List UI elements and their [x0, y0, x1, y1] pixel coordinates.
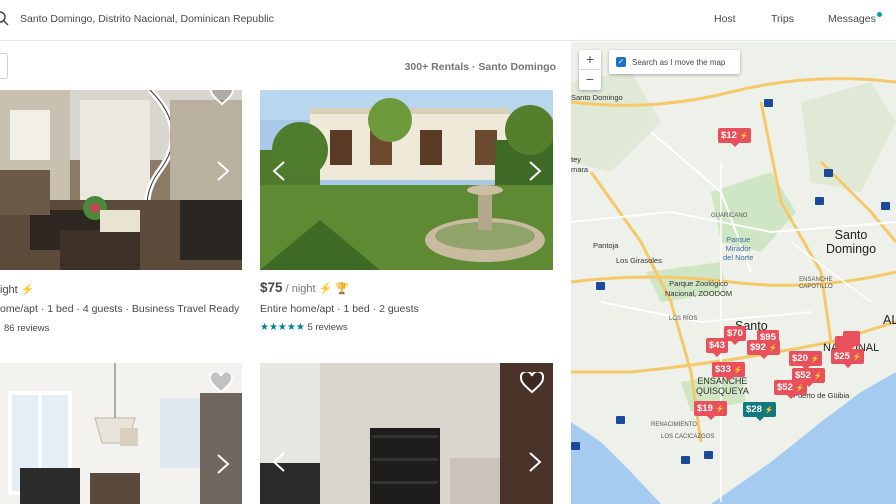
map-price-pin[interactable]: $19 ⚡: [694, 401, 728, 420]
prev-photo-icon[interactable]: [272, 160, 286, 182]
map-label: Pantoja: [593, 241, 619, 250]
star-rating-icon: ★★★★★: [260, 322, 305, 333]
map-price-pin[interactable]: $12 ⚡: [718, 128, 752, 147]
map-label: mara: [571, 165, 589, 174]
map[interactable]: + − ✓ Search as I move the map Santo Dom…: [571, 42, 896, 504]
listing-description[interactable]: ome/apt · 1 bed · 4 guests · Business Tr…: [0, 303, 239, 315]
instant-book-icon: ⚡: [20, 284, 35, 296]
price-suffix: / night: [282, 283, 316, 295]
next-photo-icon[interactable]: [216, 160, 230, 182]
map-label: Santo Domingo: [571, 93, 623, 102]
listing-price: $75 / night ⚡ 🏆: [260, 280, 349, 295]
listing-reviews: 5 reviews: [307, 322, 348, 333]
map-price-pin[interactable]: [843, 331, 860, 350]
listing-photo[interactable]: [260, 363, 553, 504]
map-price-pin[interactable]: $33 ⚡: [712, 362, 746, 381]
heart-icon[interactable]: [210, 90, 234, 106]
map-label: LOS RÍOS: [669, 316, 698, 322]
price-value: $75: [260, 280, 283, 295]
map-price-pin[interactable]: $20 ⚡: [789, 351, 823, 370]
map-canvas: [571, 72, 896, 504]
nav-host[interactable]: Host: [714, 13, 736, 25]
prev-photo-icon[interactable]: [272, 451, 286, 473]
search-as-move-label: Search as I move the map: [632, 58, 726, 67]
heart-icon[interactable]: [520, 372, 544, 394]
zoom-out-button[interactable]: −: [579, 70, 601, 90]
next-photo-icon[interactable]: [528, 160, 542, 182]
next-photo-icon[interactable]: [528, 451, 542, 473]
map-park-label: Parque Mirador del Norte: [723, 235, 754, 262]
next-photo-icon[interactable]: [216, 453, 230, 475]
map-label: Parque Zoológico Nacional, ZOODOM: [665, 279, 733, 298]
map-price-pin[interactable]: $43: [706, 338, 728, 357]
map-label: Los Girasoles: [616, 256, 662, 265]
unread-indicator: [877, 12, 882, 17]
map-label: ENSANCHE QUISQUEYA: [696, 376, 749, 396]
listing-rating: ★★★★★ 5 reviews: [260, 322, 348, 333]
listing-photo[interactable]: [0, 90, 242, 270]
zoom-in-button[interactable]: +: [579, 50, 601, 70]
listing-price: ight ⚡: [0, 283, 35, 296]
filter-button[interactable]: [0, 53, 8, 79]
superhost-icon: 🏆: [335, 283, 350, 295]
map-label: ENSANCHE CAPOTILLO: [799, 277, 833, 290]
map-price-pin[interactable]: $25 ⚡: [831, 349, 865, 368]
map-price-pin-selected[interactable]: $28 ⚡: [743, 402, 777, 421]
map-label: AL: [883, 313, 896, 327]
instant-book-icon: ⚡: [318, 283, 333, 295]
listing-photo[interactable]: [0, 363, 242, 504]
map-label: LOS CACICAZGOS: [661, 434, 715, 440]
map-label: RENACIMIENTO: [651, 422, 697, 428]
nav-trips[interactable]: Trips: [771, 13, 794, 25]
listing-photo[interactable]: [260, 90, 553, 270]
search-icon: [0, 11, 10, 27]
location-search-input[interactable]: Santo Domingo, Distrito Nacional, Domini…: [20, 13, 274, 25]
price-suffix: ight: [0, 284, 18, 296]
map-label: tey: [571, 155, 582, 164]
map-price-pin[interactable]: $92 ⚡: [747, 340, 781, 359]
listing-reviews: 86 reviews: [4, 323, 50, 334]
listings-panel: 300+ Rentals · Santo Domingo ight ⚡ ome/…: [0, 42, 571, 504]
map-price-pin[interactable]: $52 ⚡: [774, 380, 808, 399]
listing-description[interactable]: Entire home/apt · 1 bed · 2 guests: [260, 303, 419, 315]
results-count: 300+ Rentals · Santo Domingo: [404, 61, 556, 73]
zoom-control: + −: [579, 50, 601, 90]
heart-icon[interactable]: [209, 372, 233, 394]
map-label: GUARICANO: [711, 213, 748, 219]
checkbox-checked-icon[interactable]: ✓: [616, 57, 626, 67]
search-as-move-toggle[interactable]: ✓ Search as I move the map: [609, 50, 740, 74]
nav-messages[interactable]: Messages: [828, 13, 876, 25]
top-bar: Santo Domingo, Distrito Nacional, Domini…: [0, 0, 896, 41]
map-city-label: Santo Domingo: [826, 228, 877, 256]
